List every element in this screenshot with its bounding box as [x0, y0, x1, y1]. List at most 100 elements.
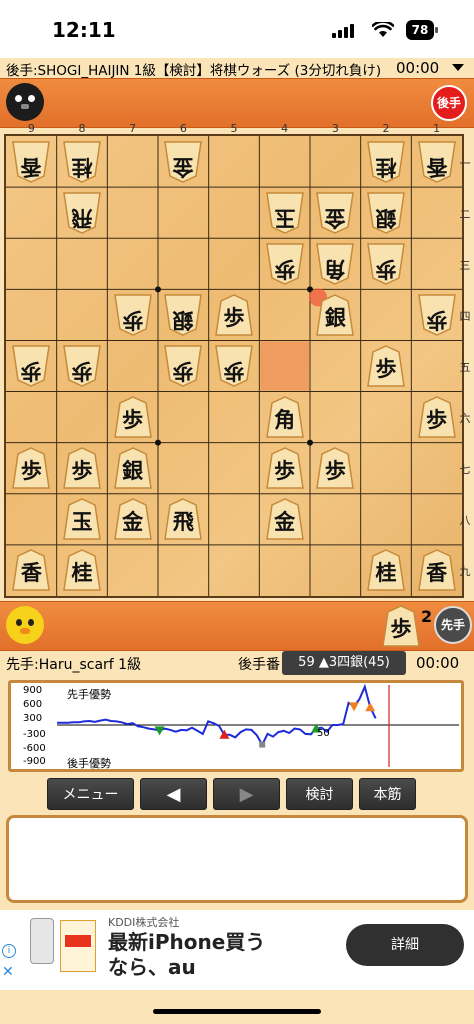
piece-char: 飛: [172, 509, 194, 535]
graph-y-label-300: 300: [23, 713, 43, 724]
status-time: 12:11: [52, 18, 116, 42]
gote-piece[interactable]: 玉: [265, 191, 304, 234]
piece-char: 玉: [71, 509, 93, 535]
sente-piece[interactable]: 桂: [63, 549, 101, 592]
graph-y-label-600: 600: [23, 699, 43, 710]
rank-label: 五: [459, 361, 471, 374]
gote-piece[interactable]: 桂: [367, 140, 405, 183]
piece-char: 歩: [122, 307, 144, 333]
gote-piece[interactable]: 香: [12, 140, 51, 183]
graph-y-label-900: 900: [23, 685, 43, 696]
gote-piece[interactable]: 銀: [164, 294, 203, 336]
sente-piece[interactable]: 飛: [164, 498, 203, 541]
rank-label: 一: [459, 156, 471, 170]
rank-label: 八: [459, 514, 471, 528]
gote-piece[interactable]: 金: [316, 191, 355, 234]
piece-char: 桂: [71, 154, 93, 180]
gote-piece[interactable]: 歩: [164, 345, 203, 387]
piece-char: 歩: [375, 256, 397, 282]
ad-flyer-image: [60, 920, 96, 972]
piece-char: 歩: [172, 359, 194, 384]
main-line-button[interactable]: 本筋: [359, 778, 416, 810]
gote-piece[interactable]: 歩: [367, 243, 405, 285]
last-move-from-highlight: [260, 341, 309, 391]
comment-box[interactable]: [6, 815, 468, 903]
piece-char: 角: [274, 407, 296, 433]
review-button[interactable]: 検討: [286, 778, 353, 810]
gote-piece[interactable]: 歩: [113, 294, 152, 336]
ad-phone-image: [30, 918, 54, 964]
shogi-board[interactable]: 香桂金桂香飛玉金銀歩角歩歩銀歩銀歩歩歩歩歩歩歩角歩歩歩銀歩歩玉金飛金香桂桂香: [4, 134, 464, 598]
piece-char: 玉: [274, 205, 296, 231]
gote-piece[interactable]: 金: [164, 140, 203, 183]
piece-char: 飛: [71, 205, 93, 231]
rank-label: 六: [459, 412, 471, 426]
sente-piece[interactable]: 歩: [113, 396, 152, 438]
menu-button[interactable]: メニュー: [47, 778, 134, 810]
gote-piece[interactable]: 角: [316, 243, 355, 285]
gote-piece[interactable]: 歩: [63, 345, 101, 387]
sente-hand-piece[interactable]: 歩: [382, 605, 420, 647]
gote-piece[interactable]: 歩: [417, 294, 456, 336]
prev-button[interactable]: ◀: [140, 778, 207, 810]
gote-badge: 後手: [431, 85, 467, 121]
piece-char: 角: [324, 256, 346, 282]
piece-char: 歩: [20, 458, 42, 484]
piece-char: 香: [426, 154, 448, 180]
sente-piece[interactable]: 玉: [63, 498, 101, 541]
evaluation-graph[interactable]: 900 600 300 -300 -600 -900 先手優勢 後手優勢 50: [8, 680, 464, 772]
graph-y-label-minus-300: -300: [23, 729, 46, 740]
gote-piece[interactable]: 歩: [12, 345, 51, 387]
sente-piece[interactable]: 歩: [12, 447, 51, 489]
piece-char: 香: [20, 560, 42, 586]
piece-char: 金: [324, 205, 346, 231]
gote-piece[interactable]: 歩: [215, 345, 253, 387]
gote-piece[interactable]: 香: [417, 140, 456, 183]
sente-piece[interactable]: 角: [265, 396, 304, 438]
graph-marker: [349, 702, 359, 712]
sente-avatar-icon[interactable]: [6, 606, 44, 644]
rank-label: 二: [459, 207, 471, 221]
next-button[interactable]: ▶: [213, 778, 280, 810]
sente-piece[interactable]: 香: [12, 549, 51, 592]
home-indicator: [153, 1009, 321, 1014]
piece-char: 歩: [426, 407, 448, 433]
sente-piece[interactable]: 桂: [367, 549, 405, 592]
gote-piece[interactable]: 銀: [367, 191, 405, 234]
piece-char: 銀: [324, 304, 346, 330]
gote-piece[interactable]: 桂: [63, 140, 101, 183]
rank-label: 九: [459, 565, 471, 579]
sente-hand-piece-char: 歩: [390, 616, 412, 641]
ad-company: KDDI株式会社: [108, 916, 180, 929]
rank-label: 三: [459, 258, 471, 272]
sente-piece[interactable]: 歩: [63, 447, 101, 489]
sente-piece[interactable]: 銀: [316, 294, 355, 336]
ad-banner[interactable]: i ✕ KDDI株式会社 最新iPhone買う なら、au 詳細: [0, 910, 474, 990]
sente-piece[interactable]: 歩: [215, 294, 253, 336]
rank-label: 七: [459, 463, 471, 477]
sente-piece[interactable]: 歩: [316, 447, 355, 489]
sente-piece[interactable]: 歩: [367, 345, 405, 387]
sente-piece[interactable]: 金: [113, 498, 152, 541]
piece-char: 歩: [324, 458, 346, 484]
sente-piece[interactable]: 歩: [265, 447, 304, 489]
piece-char: 銀: [172, 307, 194, 333]
sente-piece[interactable]: 金: [265, 498, 304, 541]
piece-char: 桂: [71, 560, 93, 586]
ad-cta-button[interactable]: 詳細: [346, 924, 464, 966]
gote-piece[interactable]: 飛: [63, 191, 101, 234]
graph-marker: [365, 702, 376, 712]
ad-close-icon[interactable]: ✕: [2, 964, 14, 980]
gote-hand: 後手: [0, 78, 474, 128]
sente-piece[interactable]: 銀: [113, 447, 152, 489]
gote-piece[interactable]: 歩: [265, 243, 304, 285]
move-display: 59 ▲3四銀(45): [282, 651, 406, 675]
graph-marker: [259, 741, 266, 748]
wifi-icon: [372, 22, 394, 37]
sente-piece[interactable]: 香: [417, 549, 456, 592]
ad-info-icon[interactable]: i: [2, 944, 16, 958]
turn-indicator: 後手番: [238, 657, 280, 673]
gote-avatar-icon[interactable]: [6, 83, 44, 121]
sente-piece[interactable]: 歩: [417, 396, 456, 438]
graph-move-label: 50: [317, 728, 330, 739]
